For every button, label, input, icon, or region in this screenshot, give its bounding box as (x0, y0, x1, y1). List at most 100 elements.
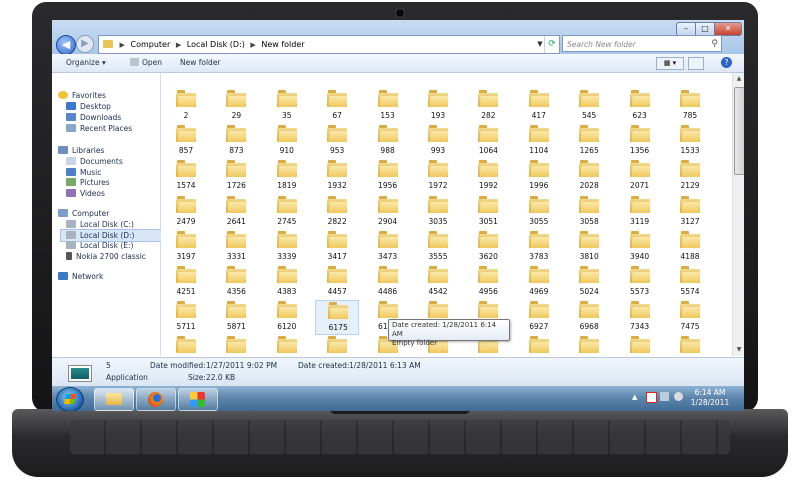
folder-item[interactable]: 6120 (265, 300, 309, 335)
chevron-up-icon[interactable]: ▲ (632, 393, 641, 402)
folder-item[interactable]: 6175 (315, 300, 360, 336)
folder-item[interactable]: 3473 (366, 230, 410, 265)
folder-item[interactable]: 3055 (517, 195, 561, 230)
open-button[interactable]: Open (130, 54, 162, 72)
folder-item[interactable]: 953 (315, 124, 359, 159)
nav-computer[interactable]: Computer (58, 208, 109, 219)
folder-item[interactable]: 1574 (164, 159, 208, 194)
folder-item[interactable]: 1932 (315, 159, 359, 194)
folder-item[interactable]: 3127 (668, 195, 712, 230)
folder-item[interactable]: 7739 (164, 335, 208, 356)
folder-item[interactable]: 1726 (214, 159, 258, 194)
nav-downloads[interactable]: Downloads (66, 112, 121, 123)
folder-item[interactable]: 2 (164, 89, 208, 124)
folder-item[interactable]: 3417 (315, 230, 359, 265)
folder-item[interactable]: 1956 (366, 159, 410, 194)
folder-item[interactable]: 3197 (164, 230, 208, 265)
folder-item[interactable]: 3051 (466, 195, 510, 230)
folder-item[interactable]: 3035 (416, 195, 460, 230)
folder-item[interactable]: 282 (466, 89, 510, 124)
nav-recent-places[interactable]: Recent Places (66, 123, 132, 134)
folder-item[interactable]: 29 (214, 89, 258, 124)
taskbar-clock[interactable]: 6:14 AM 1/28/2011 (684, 388, 736, 408)
folder-item[interactable]: 7959 (265, 335, 309, 356)
vertical-scrollbar[interactable]: ▲ ▼ (732, 73, 744, 356)
action-center-icon[interactable] (646, 392, 657, 403)
folder-item[interactable]: 8503 (517, 335, 561, 356)
folder-item[interactable]: 1533 (668, 124, 712, 159)
folder-item[interactable]: 8076 (315, 335, 359, 356)
nav-network[interactable]: Network (58, 271, 103, 282)
search-input[interactable]: Search New folder ⚲ (562, 35, 722, 52)
folder-item[interactable]: 5711 (164, 300, 208, 335)
folder-item[interactable]: 4457 (315, 265, 359, 300)
folder-item[interactable]: 2479 (164, 195, 208, 230)
search-icon[interactable]: ⚲ (711, 36, 718, 53)
forward-button[interactable]: ▶ (76, 35, 94, 53)
nav-videos[interactable]: Videos (66, 188, 105, 199)
scroll-up-icon[interactable]: ▲ (733, 73, 744, 85)
folder-item[interactable]: 2822 (315, 195, 359, 230)
breadcrumb-computer[interactable]: Computer (130, 40, 170, 49)
folder-item[interactable]: 1064 (466, 124, 510, 159)
folder-item[interactable]: 3119 (618, 195, 662, 230)
folder-item[interactable]: 988 (366, 124, 410, 159)
breadcrumb-new-folder[interactable]: New folder (261, 40, 304, 49)
folder-item[interactable]: 3555 (416, 230, 460, 265)
folder-item[interactable]: 7475 (668, 300, 712, 335)
folder-item[interactable]: 5573 (618, 265, 662, 300)
nav-desktop[interactable]: Desktop (66, 101, 111, 112)
nav-local-disk-e[interactable]: Local Disk (E:) (66, 240, 133, 251)
folder-item[interactable]: 4383 (265, 265, 309, 300)
folder-item[interactable]: 993 (416, 124, 460, 159)
folder-item[interactable]: 1972 (416, 159, 460, 194)
nav-libraries[interactable]: Libraries (58, 145, 104, 156)
folder-item[interactable]: 4188 (668, 230, 712, 265)
folder-item[interactable]: 4251 (164, 265, 208, 300)
breadcrumb-local-disk-d[interactable]: Local Disk (D:) (187, 40, 245, 49)
volume-icon[interactable] (674, 392, 683, 401)
folder-item[interactable]: 1104 (517, 124, 561, 159)
folder-item[interactable]: 2641 (214, 195, 258, 230)
folder-item[interactable]: 5871 (214, 300, 258, 335)
nav-pictures[interactable]: Pictures (66, 177, 110, 188)
folder-item[interactable]: 857 (164, 124, 208, 159)
address-bar[interactable]: ▶ Computer ▶ Local Disk (D:) ▶ New folde… (98, 35, 560, 54)
folder-item[interactable]: 8744 (567, 335, 611, 356)
close-button[interactable]: ✕ (714, 22, 742, 36)
folder-item[interactable]: 1356 (618, 124, 662, 159)
folder-item[interactable]: 4542 (416, 265, 460, 300)
nav-documents[interactable]: Documents (66, 156, 123, 167)
minimize-button[interactable]: – (676, 22, 696, 36)
folder-item[interactable]: 5574 (668, 265, 712, 300)
start-button[interactable] (56, 387, 84, 411)
taskbar-app[interactable] (178, 388, 218, 411)
preview-pane-button[interactable] (688, 57, 704, 70)
folder-item[interactable]: 8993 (668, 335, 712, 356)
scrollbar-thumb[interactable] (734, 87, 744, 175)
folder-item[interactable]: 3620 (466, 230, 510, 265)
taskbar-firefox[interactable] (136, 388, 176, 411)
nav-favorites[interactable]: Favorites (58, 90, 106, 101)
folder-item[interactable]: 3331 (214, 230, 258, 265)
folder-item[interactable]: 153 (366, 89, 410, 124)
folder-item[interactable]: 417 (517, 89, 561, 124)
folder-item[interactable]: 1996 (517, 159, 561, 194)
folder-item[interactable]: 4486 (366, 265, 410, 300)
folder-item[interactable]: 4956 (466, 265, 510, 300)
organize-button[interactable]: Organize ▾ (66, 54, 106, 72)
folder-item[interactable]: 6968 (567, 300, 611, 335)
change-view-button[interactable]: ▦ ▾ (656, 57, 684, 70)
folder-item[interactable]: 873 (214, 124, 258, 159)
nav-nokia[interactable]: Nokia 2700 classic (66, 251, 146, 262)
folder-item[interactable]: 3339 (265, 230, 309, 265)
folder-item[interactable]: 35 (265, 89, 309, 124)
refresh-icon[interactable]: ⟳ (544, 36, 559, 53)
folder-item[interactable]: 7868 (214, 335, 258, 356)
back-button[interactable]: ◀ (56, 35, 76, 55)
folder-item[interactable]: 8991 (618, 335, 662, 356)
folder-item[interactable]: 2745 (265, 195, 309, 230)
network-tray-icon[interactable] (660, 392, 669, 401)
folder-item[interactable]: 2129 (668, 159, 712, 194)
folder-item[interactable]: 5024 (567, 265, 611, 300)
